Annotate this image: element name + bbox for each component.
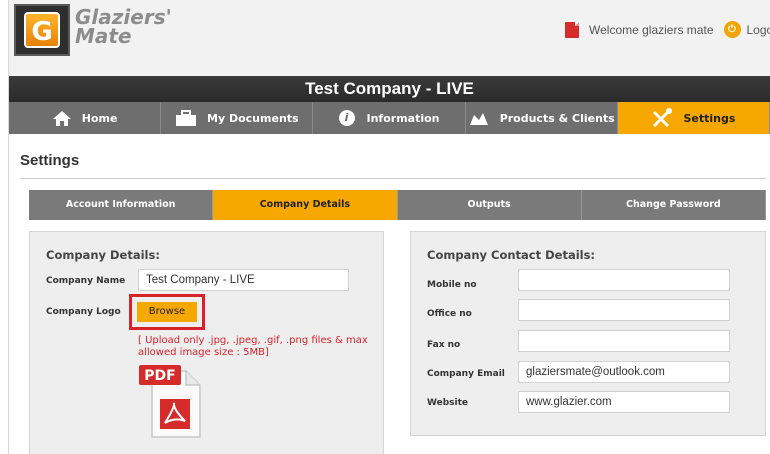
mobile-label: Mobile no	[427, 280, 477, 290]
nav-information[interactable]: i Information	[313, 102, 466, 134]
contact-details-heading: Company Contact Details:	[427, 248, 596, 262]
browse-button[interactable]: Browse	[137, 302, 197, 322]
company-details-panel: Company Details: Company Name Company Lo…	[29, 231, 384, 454]
main-nav: Home My Documents i Information Products…	[9, 102, 770, 134]
logo[interactable]: G	[14, 4, 70, 56]
fax-input[interactable]	[518, 330, 730, 352]
nav-products-clients[interactable]: Products & Clients	[465, 102, 618, 134]
browse-highlight: Browse	[129, 294, 205, 330]
header: G Glaziers' Mate Welcome glaziers mate ⏻…	[9, 0, 770, 76]
pdf-badge-text: PDF	[144, 368, 175, 384]
products-icon	[469, 112, 488, 125]
logo-text: Glaziers' Mate	[75, 7, 172, 48]
tab-account-information[interactable]: Account Information	[29, 190, 214, 220]
pdf-small-icon[interactable]	[565, 21, 579, 38]
email-input[interactable]	[518, 361, 730, 383]
briefcase-icon	[176, 109, 197, 126]
fax-label: Fax no	[427, 340, 461, 350]
nav-products-clients-label: Products & Clients	[499, 111, 615, 125]
settings-tabs: Account Information Company Details Outp…	[29, 190, 766, 220]
nav-my-documents[interactable]: My Documents	[161, 102, 314, 134]
page-title: Settings	[20, 152, 80, 169]
nav-home-label: Home	[81, 111, 118, 125]
company-title-bar: Test Company - LIVE	[9, 76, 770, 102]
tab-outputs[interactable]: Outputs	[397, 190, 582, 220]
office-input[interactable]	[518, 299, 730, 321]
logo-letter: G	[24, 12, 60, 48]
left-border	[0, 0, 9, 454]
nav-information-label: Information	[366, 111, 440, 125]
contact-details-panel: Company Contact Details: Mobile no Offic…	[410, 231, 766, 436]
wrench-screwdriver-icon	[653, 108, 673, 128]
home-icon	[52, 110, 71, 126]
pdf-file-icon: PDF	[139, 365, 201, 438]
power-icon[interactable]: ⏻	[723, 21, 741, 38]
nav-my-documents-label: My Documents	[207, 111, 299, 125]
nav-settings-label: Settings	[683, 111, 736, 125]
website-input[interactable]	[518, 391, 730, 413]
tab-company-details[interactable]: Company Details	[213, 190, 398, 220]
mobile-input[interactable]	[518, 269, 730, 291]
company-logo-label: Company Logo	[46, 307, 121, 317]
info-icon: i	[338, 110, 355, 126]
company-details-heading: Company Details:	[46, 248, 160, 262]
upload-note: [ Upload only .jpg, .jpeg, .gif, .png fi…	[138, 335, 368, 358]
website-label: Website	[427, 398, 469, 408]
company-name-label: Company Name	[46, 276, 126, 286]
email-label: Company Email	[427, 369, 505, 379]
office-label: Office no	[427, 309, 472, 319]
company-name-input[interactable]	[138, 269, 349, 291]
logo-line2: Mate	[75, 24, 132, 48]
tab-change-password[interactable]: Change Password	[581, 190, 766, 220]
welcome-text: Welcome glaziers mate	[589, 22, 714, 37]
welcome-area: Welcome glaziers mate ⏻ Logou	[565, 21, 770, 38]
nav-home[interactable]: Home	[9, 102, 162, 134]
company-title: Test Company - LIVE	[305, 79, 474, 98]
title-divider	[20, 178, 766, 179]
logout-link[interactable]: Logou	[747, 23, 770, 37]
nav-settings[interactable]: Settings	[617, 102, 770, 134]
